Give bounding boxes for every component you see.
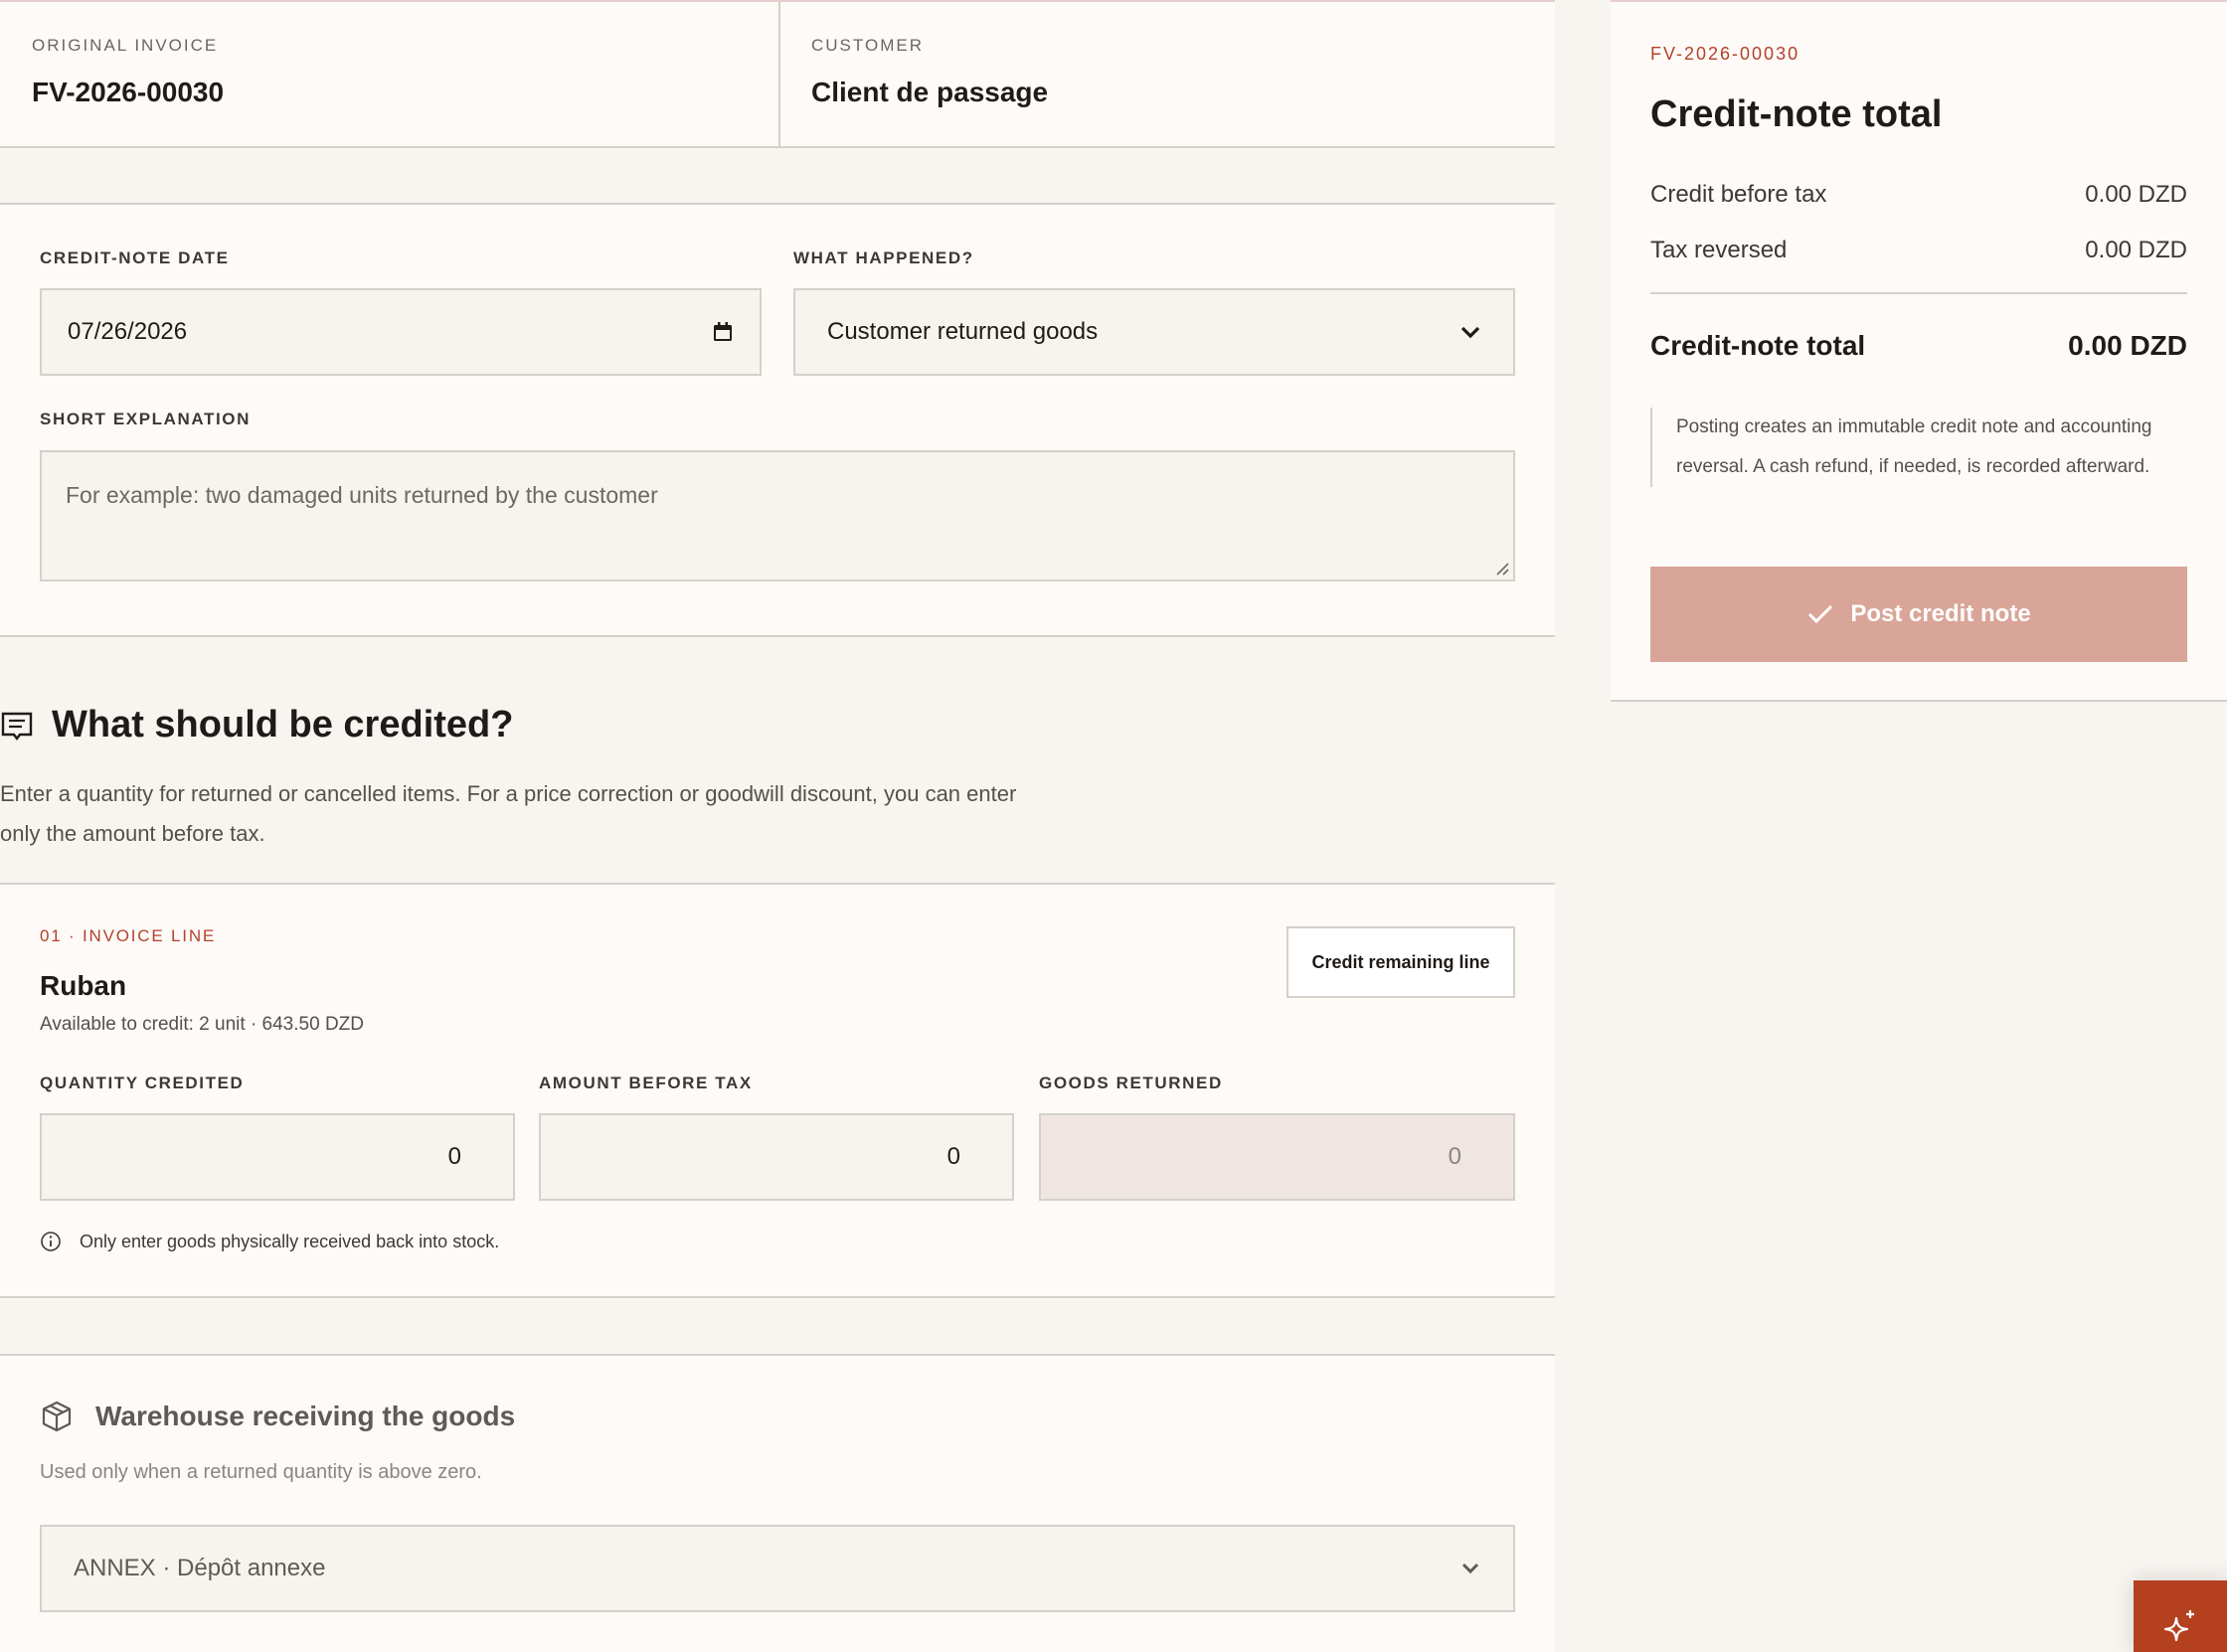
- quantity-credited-value: 0: [447, 1143, 461, 1170]
- credit-note-total-label: Credit-note total: [1650, 330, 1866, 361]
- credit-section-title: What should be credited?: [52, 704, 514, 745]
- credit-section-header: What should be credited? Enter a quantit…: [0, 704, 1094, 854]
- what-happened-select[interactable]: Customer returned goods: [793, 288, 1515, 376]
- goods-returned-label: GOODS RETURNED: [1039, 1074, 1223, 1092]
- resize-grip-icon[interactable]: [1495, 562, 1509, 576]
- credit-note-date-value: 07/26/2026: [68, 318, 188, 345]
- credit-note-form-card: CREDIT-NOTE DATE WHAT HAPPENED? 07/26/20…: [0, 203, 1555, 637]
- what-happened-value: Customer returned goods: [827, 318, 1099, 345]
- goods-returned-value: 0: [1448, 1143, 1461, 1170]
- short-explanation-textarea[interactable]: For example: two damaged units returned …: [40, 450, 1515, 581]
- credit-remaining-line-button[interactable]: Credit remaining line: [1286, 926, 1515, 998]
- credit-before-tax-value: 0.00 DZD: [2085, 181, 2187, 208]
- warehouse-description: Used only when a returned quantity is ab…: [40, 1461, 482, 1483]
- credit-before-tax-label: Credit before tax: [1650, 181, 1827, 208]
- short-explanation-label: SHORT EXPLANATION: [40, 410, 252, 428]
- original-invoice-label: ORIGINAL INVOICE: [32, 36, 219, 55]
- chevron-down-icon: [1461, 1563, 1479, 1574]
- quantity-credited-label: QUANTITY CREDITED: [40, 1074, 245, 1092]
- credit-before-tax-row: Credit before tax 0.00 DZD: [1650, 181, 2187, 209]
- post-credit-note-label: Post credit note: [1850, 600, 2031, 627]
- summary-divider: [1650, 292, 2187, 294]
- original-invoice-cell: ORIGINAL INVOICE FV-2026-00030: [0, 2, 778, 146]
- amount-before-tax-input[interactable]: 0: [539, 1113, 1014, 1201]
- customer-label: CUSTOMER: [811, 36, 924, 55]
- package-icon: [42, 1401, 72, 1432]
- credit-note-total-row: Credit-note total 0.00 DZD: [1650, 330, 2187, 362]
- main-column: ORIGINAL INVOICE FV-2026-00030 CUSTOMER …: [0, 0, 1555, 148]
- invoice-line-available: Available to credit: 2 unit · 643.50 DZD: [40, 1014, 364, 1035]
- invoice-line-name: Ruban: [40, 970, 127, 1001]
- calendar-icon[interactable]: [712, 321, 734, 343]
- goods-returned-input: 0: [1039, 1113, 1515, 1201]
- credit-note-date-label: CREDIT-NOTE DATE: [40, 248, 230, 267]
- tax-reversed-row: Tax reversed 0.00 DZD: [1650, 237, 2187, 264]
- check-icon: [1808, 604, 1833, 624]
- warehouse-card: Warehouse receiving the goods Used only …: [0, 1354, 1555, 1652]
- warehouse-selected-value: ANNEX · Dépôt annexe: [74, 1555, 326, 1581]
- credit-section-title-row: What should be credited?: [0, 704, 1094, 746]
- invoice-info-row: ORIGINAL INVOICE FV-2026-00030 CUSTOMER …: [0, 0, 1555, 148]
- summary-title: Credit-note total: [1650, 93, 1943, 135]
- invoice-line-card: 01 · INVOICE LINE Ruban Available to cre…: [0, 883, 1555, 1298]
- goods-returned-hint-text: Only enter goods physically received bac…: [80, 1231, 500, 1251]
- short-explanation-placeholder: For example: two damaged units returned …: [66, 482, 658, 508]
- credit-section-description: Enter a quantity for returned or cancell…: [0, 781, 1017, 846]
- original-invoice-number: FV-2026-00030: [32, 77, 225, 107]
- credit-note-date-input[interactable]: 07/26/2026: [40, 288, 762, 376]
- tax-reversed-value: 0.00 DZD: [2085, 237, 2187, 263]
- credit-note-total-value: 0.00 DZD: [2068, 330, 2187, 361]
- warehouse-select[interactable]: ANNEX · Dépôt annexe: [40, 1525, 1515, 1612]
- assistant-fab-button[interactable]: [2134, 1580, 2227, 1652]
- amount-before-tax-value: 0: [946, 1143, 960, 1170]
- credit-note-summary-panel: FV-2026-00030 Credit-note total Credit b…: [1611, 0, 2227, 702]
- quantity-credited-input[interactable]: 0: [40, 1113, 515, 1201]
- warehouse-title: Warehouse receiving the goods: [95, 1401, 516, 1431]
- receipt-icon: [1, 712, 33, 741]
- posting-note: Posting creates an immutable credit note…: [1650, 408, 2167, 487]
- info-icon: [41, 1232, 61, 1251]
- warehouse-title-row: Warehouse receiving the goods: [40, 1400, 515, 1433]
- chevron-down-icon: [1460, 326, 1480, 339]
- sparkles-icon: [2163, 1610, 2194, 1642]
- invoice-line-kicker: 01 · INVOICE LINE: [40, 926, 217, 945]
- post-credit-note-button[interactable]: Post credit note: [1650, 567, 2187, 662]
- what-happened-label: WHAT HAPPENED?: [793, 248, 974, 267]
- customer-name: Client de passage: [811, 77, 1049, 107]
- summary-invoice-number: FV-2026-00030: [1650, 44, 1800, 64]
- customer-cell: CUSTOMER Client de passage: [778, 2, 1555, 146]
- tax-reversed-label: Tax reversed: [1650, 237, 1788, 263]
- goods-returned-hint: Only enter goods physically received bac…: [40, 1231, 499, 1252]
- amount-before-tax-label: AMOUNT BEFORE TAX: [539, 1074, 753, 1092]
- credit-note-page: ORIGINAL INVOICE FV-2026-00030 CUSTOMER …: [0, 0, 2227, 1652]
